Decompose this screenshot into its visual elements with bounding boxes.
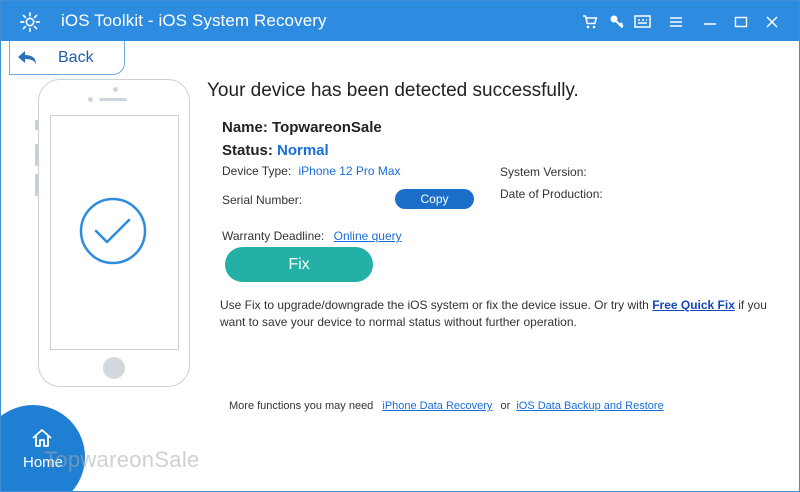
more-functions: More functions you may need iPhone Data … [229, 400, 664, 412]
cart-button[interactable] [581, 13, 599, 31]
phone-side-button [35, 120, 38, 130]
minimize-icon [704, 23, 716, 25]
phone-side-button [35, 144, 38, 166]
device-type-value: iPhone 12 Pro Max [298, 164, 401, 178]
key-icon [610, 15, 624, 29]
window-title: iOS Toolkit - iOS System Recovery [61, 11, 327, 30]
name-value: TopwareonSale [272, 119, 382, 136]
copy-button[interactable]: Copy [395, 189, 474, 209]
system-version-label: System Version: [500, 165, 587, 179]
production-label: Date of Production: [500, 187, 603, 201]
system-version: System Version: [500, 165, 587, 179]
phone-sensor [88, 97, 93, 102]
name-label: Name: [222, 119, 268, 136]
fix-description: Use Fix to upgrade/downgrade the iOS sys… [220, 297, 790, 331]
ios-backup-restore-link[interactable]: iOS Data Backup and Restore [516, 400, 663, 412]
maximize-icon [734, 16, 748, 28]
minimize-button[interactable] [701, 13, 719, 31]
maximize-button[interactable] [732, 13, 750, 31]
serial-label: Serial Number: [222, 193, 303, 207]
description-text: Use Fix to upgrade/downgrade the iOS sys… [220, 298, 653, 312]
fix-button[interactable]: Fix [225, 247, 373, 282]
free-quick-fix-link[interactable]: Free Quick Fix [652, 298, 735, 312]
feedback-icon [633, 15, 651, 28]
device-type-label: Device Type: [222, 164, 292, 178]
phone-home-button [103, 357, 125, 379]
back-label: Back [58, 49, 94, 66]
check-circle-icon [79, 197, 147, 265]
link-separator: or [500, 400, 511, 412]
serial-number: Serial Number: [222, 193, 302, 207]
feedback-button[interactable] [633, 13, 651, 31]
close-button[interactable] [763, 13, 781, 31]
warranty-deadline: Warranty Deadline: Online query [222, 229, 402, 243]
back-arrow-icon [18, 51, 36, 64]
warranty-label: Warranty Deadline: [222, 229, 325, 243]
iphone-data-recovery-link[interactable]: iPhone Data Recovery [382, 400, 492, 412]
back-button[interactable]: Back [9, 41, 125, 75]
title-bar: iOS Toolkit - iOS System Recovery [1, 1, 799, 41]
status-label: Status: [222, 142, 273, 159]
more-functions-label: More functions you may need [229, 400, 374, 412]
home-icon [32, 429, 52, 447]
menu-icon [670, 17, 682, 27]
close-icon [766, 16, 778, 28]
online-query-link[interactable]: Online query [334, 229, 402, 243]
date-of-production: Date of Production: [500, 187, 603, 201]
cart-icon [583, 15, 598, 29]
device-status: Status: Normal [222, 142, 329, 159]
gear-icon [20, 12, 40, 32]
menu-button[interactable] [667, 13, 685, 31]
register-button[interactable] [608, 13, 626, 31]
phone-side-button [35, 174, 38, 196]
watermark-text: TopwareonSale [44, 447, 200, 472]
app-window: iOS Toolkit - iOS System Recovery Back Y… [0, 0, 800, 492]
device-name: Name: TopwareonSale [222, 119, 382, 136]
device-type: Device Type: iPhone 12 Pro Max [222, 164, 401, 178]
detection-heading: Your device has been detected successful… [207, 80, 579, 101]
phone-speaker [99, 98, 127, 101]
phone-camera [113, 87, 118, 92]
status-value: Normal [277, 142, 329, 159]
